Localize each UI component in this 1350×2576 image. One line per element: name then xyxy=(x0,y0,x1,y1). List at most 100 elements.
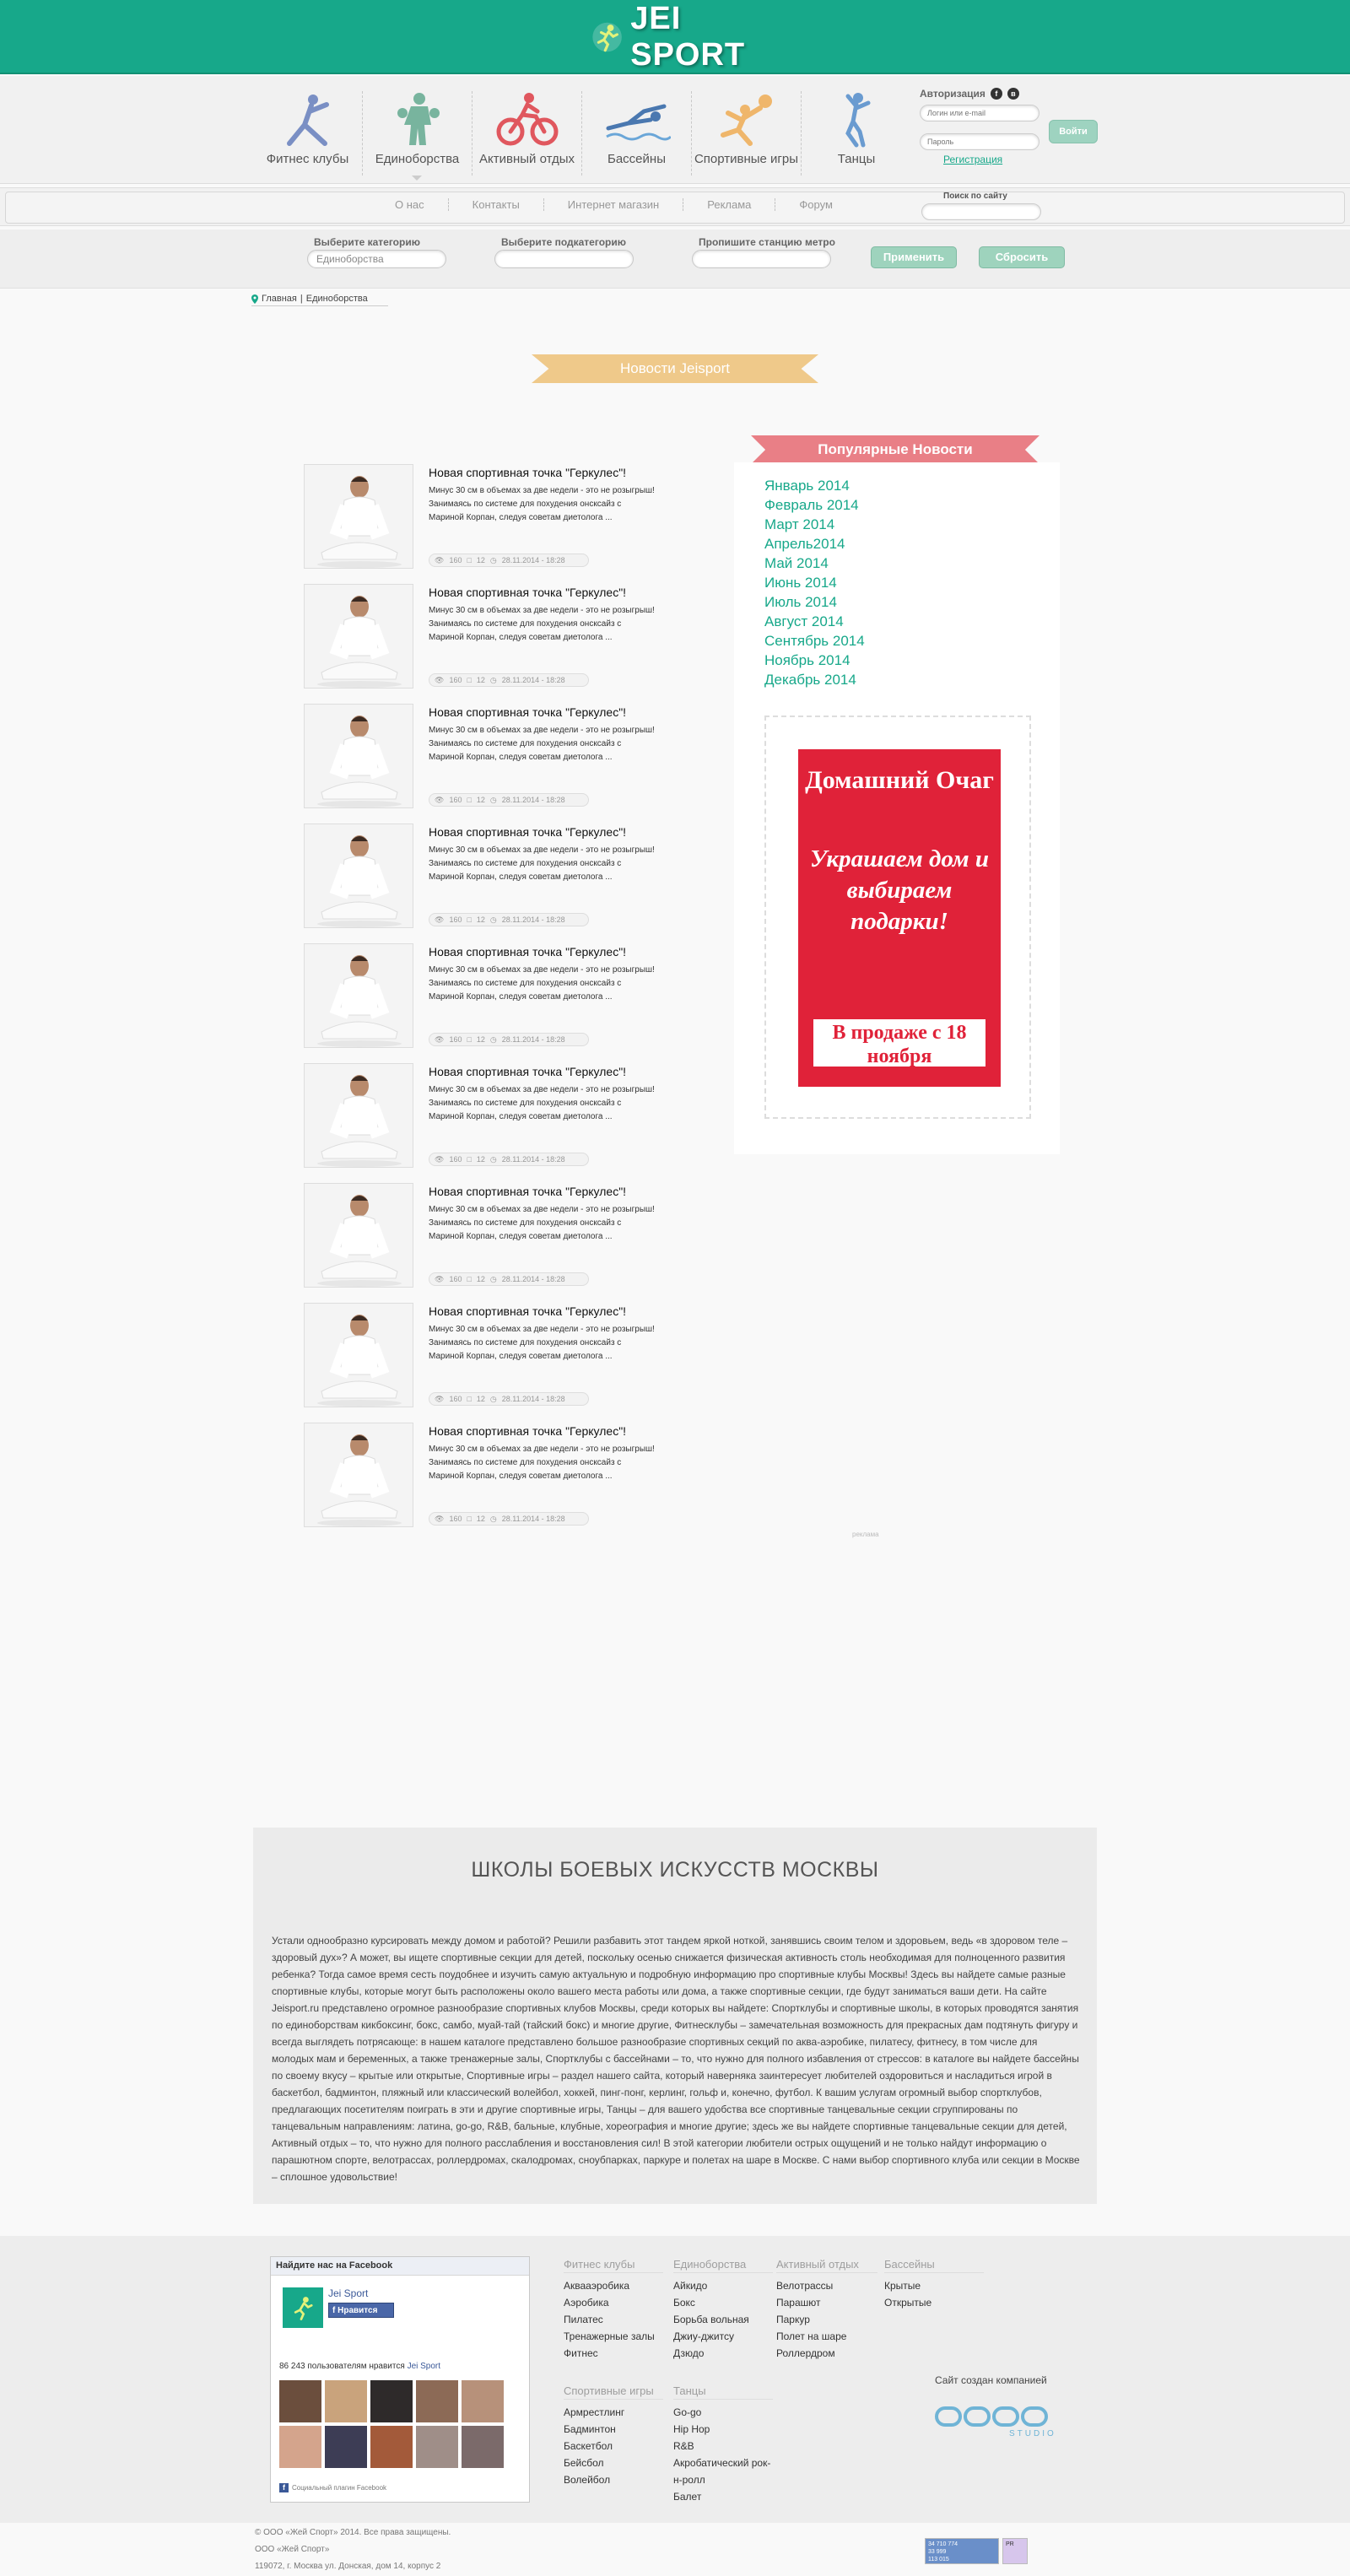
fan-avatar[interactable] xyxy=(279,2380,321,2422)
footer-column-title[interactable]: Фитнес клубы xyxy=(564,2258,663,2273)
news-thumbnail[interactable] xyxy=(304,584,413,689)
category-martial-arts[interactable]: Единоборства xyxy=(363,91,472,181)
footer-link[interactable]: Тренажерные залы xyxy=(564,2328,663,2345)
facebook-icon[interactable]: f xyxy=(990,88,1002,100)
news-title[interactable]: Новая спортивная точка "Геркулес"! xyxy=(429,825,626,839)
footer-link[interactable]: Джиу-джитсу xyxy=(673,2328,773,2345)
news-title[interactable]: Новая спортивная точка "Геркулес"! xyxy=(429,945,626,959)
news-item[interactable]: Новая спортивная точка "Геркулес"! Минус… xyxy=(302,1421,656,1541)
vk-icon[interactable]: в xyxy=(1007,88,1019,100)
footer-link[interactable]: Парашют xyxy=(776,2294,878,2311)
menu-forum[interactable]: Форум xyxy=(775,198,856,211)
footer-link[interactable]: Паркур xyxy=(776,2311,878,2328)
footer-link[interactable]: Открытые xyxy=(884,2294,984,2311)
archive-month-link[interactable]: Апрель2014 xyxy=(764,534,865,554)
archive-month-link[interactable]: Сентябрь 2014 xyxy=(764,631,865,651)
footer-link[interactable]: Акробатический рок-н-ролл xyxy=(673,2454,773,2488)
footer-link[interactable]: Балет xyxy=(673,2488,773,2505)
category-select[interactable] xyxy=(307,250,446,268)
register-link[interactable]: Регистрация xyxy=(943,154,1105,165)
studio-logo[interactable]: STUDIO xyxy=(935,2405,1061,2438)
facebook-page-name[interactable]: Jei Sport xyxy=(328,2287,394,2299)
news-item[interactable]: Новая спортивная точка "Геркулес"! Минус… xyxy=(302,462,656,582)
liveinternet-counter[interactable]: 34 710 774 33 999 113 015 xyxy=(925,2538,999,2564)
fan-avatar[interactable] xyxy=(462,2426,504,2468)
fan-avatar[interactable] xyxy=(462,2380,504,2422)
footer-link[interactable]: Go-go xyxy=(673,2404,773,2421)
reset-button[interactable]: Сбросить xyxy=(979,246,1065,268)
menu-about[interactable]: О нас xyxy=(371,198,449,211)
footer-link[interactable]: Айкидо xyxy=(673,2277,773,2294)
news-thumbnail[interactable] xyxy=(304,1423,413,1527)
footer-link[interactable]: Велотрассы xyxy=(776,2277,878,2294)
news-thumbnail[interactable] xyxy=(304,824,413,928)
footer-link[interactable]: Пилатес xyxy=(564,2311,663,2328)
footer-link[interactable]: Hip Hop xyxy=(673,2421,773,2438)
footer-link[interactable]: Фитнес xyxy=(564,2345,663,2362)
news-thumbnail[interactable] xyxy=(304,1303,413,1407)
pr-counter[interactable]: PR xyxy=(1002,2538,1028,2564)
footer-column-title[interactable]: Бассейны xyxy=(884,2258,984,2273)
fan-avatar[interactable] xyxy=(416,2380,458,2422)
footer-column-title[interactable]: Единоборства xyxy=(673,2258,773,2273)
footer-link[interactable]: R&B xyxy=(673,2438,773,2454)
footer-column-title[interactable]: Спортивные игры xyxy=(564,2384,663,2400)
footer-link[interactable]: Роллердром xyxy=(776,2345,878,2362)
menu-advertising[interactable]: Реклама xyxy=(683,198,776,211)
footer-link[interactable]: Крытые xyxy=(884,2277,984,2294)
category-active-rest[interactable]: Активный отдых xyxy=(472,91,582,176)
archive-month-link[interactable]: Июнь 2014 xyxy=(764,573,865,592)
archive-month-link[interactable]: Март 2014 xyxy=(764,515,865,534)
footer-link[interactable]: Бадминтон xyxy=(564,2421,663,2438)
footer-link[interactable]: Бокс xyxy=(673,2294,773,2311)
breadcrumb-home[interactable]: Главная xyxy=(262,294,297,304)
fan-avatar[interactable] xyxy=(416,2426,458,2468)
fan-avatar[interactable] xyxy=(325,2426,367,2468)
news-item[interactable]: Новая спортивная точка "Геркулес"! Минус… xyxy=(302,582,656,702)
archive-month-link[interactable]: Июль 2014 xyxy=(764,592,865,612)
category-pools[interactable]: Бассейны xyxy=(582,91,692,176)
archive-month-link[interactable]: Январь 2014 xyxy=(764,476,865,495)
password-input[interactable] xyxy=(920,133,1040,150)
archive-month-link[interactable]: Декабрь 2014 xyxy=(764,670,865,689)
archive-month-link[interactable]: Май 2014 xyxy=(764,554,865,573)
metro-input[interactable] xyxy=(692,250,831,268)
menu-shop[interactable]: Интернет магазин xyxy=(544,198,684,211)
menu-contacts[interactable]: Контакты xyxy=(449,198,544,211)
category-dance[interactable]: Танцы xyxy=(802,91,911,176)
footer-link[interactable]: Дзюдо xyxy=(673,2345,773,2362)
news-thumbnail[interactable] xyxy=(304,943,413,1048)
news-item[interactable]: Новая спортивная точка "Геркулес"! Минус… xyxy=(302,1181,656,1301)
fan-avatar[interactable] xyxy=(370,2426,413,2468)
fan-avatar[interactable] xyxy=(370,2380,413,2422)
news-thumbnail[interactable] xyxy=(304,704,413,808)
news-title[interactable]: Новая спортивная точка "Геркулес"! xyxy=(429,586,626,599)
footer-link[interactable]: Баскетбол xyxy=(564,2438,663,2454)
ad-banner[interactable]: Домашний Очаг Украшаем дом и выбираем по… xyxy=(798,749,1001,1087)
subcategory-select[interactable] xyxy=(494,250,634,268)
search-input[interactable] xyxy=(921,203,1041,220)
news-item[interactable]: Новая спортивная точка "Геркулес"! Минус… xyxy=(302,942,656,1061)
footer-link[interactable]: Армрестлинг xyxy=(564,2404,663,2421)
apply-button[interactable]: Применить xyxy=(871,246,957,268)
category-sport-games[interactable]: Спортивные игры xyxy=(692,91,802,176)
news-item[interactable]: Новая спортивная точка "Геркулес"! Минус… xyxy=(302,1301,656,1421)
footer-link[interactable]: Волейбол xyxy=(564,2471,663,2488)
news-title[interactable]: Новая спортивная точка "Геркулес"! xyxy=(429,1065,626,1078)
fan-avatar[interactable] xyxy=(325,2380,367,2422)
category-fitness[interactable]: Фитнес клубы xyxy=(253,91,363,176)
news-thumbnail[interactable] xyxy=(304,1183,413,1288)
facebook-like-button[interactable]: f Нравится xyxy=(328,2303,394,2318)
footer-link[interactable]: Борьба вольная xyxy=(673,2311,773,2328)
page-logo-icon[interactable] xyxy=(283,2287,323,2328)
footer-column-title[interactable]: Танцы xyxy=(673,2384,773,2400)
news-title[interactable]: Новая спортивная точка "Геркулес"! xyxy=(429,1304,626,1318)
news-item[interactable]: Новая спортивная точка "Геркулес"! Минус… xyxy=(302,702,656,822)
login-button[interactable]: Войти xyxy=(1049,120,1098,143)
footer-link[interactable]: Аэробика xyxy=(564,2294,663,2311)
site-logo[interactable]: JEI SPORT xyxy=(591,1,768,73)
archive-month-link[interactable]: Август 2014 xyxy=(764,612,865,631)
news-item[interactable]: Новая спортивная точка "Геркулес"! Минус… xyxy=(302,1061,656,1181)
footer-link[interactable]: Полет на шаре xyxy=(776,2328,878,2345)
news-title[interactable]: Новая спортивная точка "Геркулес"! xyxy=(429,1185,626,1198)
